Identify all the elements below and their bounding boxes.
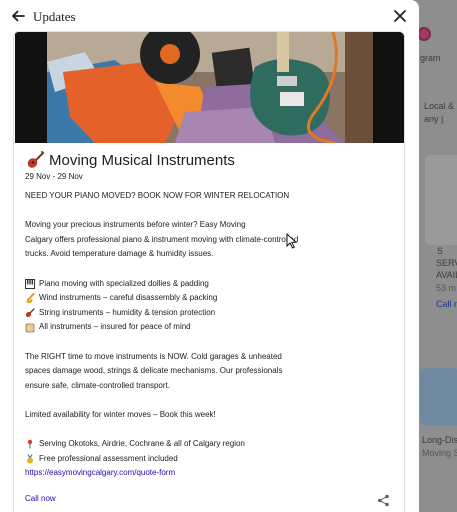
post-intro-line: trucks. Avoid temperature damage & humid… xyxy=(25,249,214,259)
post-limited-text: Limited availability for winter moves – … xyxy=(25,409,216,419)
feature-text: All instruments – insured for peace of m… xyxy=(39,322,191,332)
instagram-icon xyxy=(417,27,431,41)
post-intro-line: Calgary offers professional piano & inst… xyxy=(25,234,299,244)
service-area-item: Serving Okotoks, Airdrie, Cochrane & all… xyxy=(25,437,395,452)
post-paragraph-line: The RIGHT time to move instruments is NO… xyxy=(25,351,282,361)
post-title-text: Moving Musical Instruments xyxy=(49,151,235,169)
updates-dialog: Updates Moving Musical Instruments 29 No… xyxy=(0,0,419,512)
pin-icon xyxy=(27,440,33,449)
bg-card xyxy=(425,155,457,245)
scroll-icon xyxy=(25,323,35,333)
post-body: NEED YOUR PIANO MOVED? BOOK NOW FOR WINT… xyxy=(25,189,395,481)
bg-text: AVAIL xyxy=(436,270,457,280)
post-title: Moving Musical Instruments xyxy=(25,150,235,170)
piano-icon xyxy=(25,278,35,289)
quote-form-link[interactable]: https://easymovingcalgary.com/quote-form xyxy=(25,466,395,481)
feature-item: All instruments – insured for peace of m… xyxy=(25,320,395,335)
post-paragraph-line: spaces damage wood, strings & delicate m… xyxy=(25,366,283,376)
guitar-icon xyxy=(27,151,45,168)
bg-text: 53 m xyxy=(436,283,457,293)
bg-text: Local & xyxy=(424,101,455,111)
saxophone-icon xyxy=(26,293,35,304)
feature-item: Wind instruments – careful disassembly &… xyxy=(25,291,395,306)
bg-text: SERV xyxy=(436,258,457,268)
bg-text: Long-Dista xyxy=(422,435,457,445)
post-intro-line: Moving your precious instruments before … xyxy=(25,220,246,230)
mouse-cursor-icon xyxy=(286,233,298,249)
service-area-text: Serving Okotoks, Airdrie, Cochrane & all… xyxy=(39,439,245,449)
feature-text: Wind instruments – careful disassembly &… xyxy=(39,293,218,303)
bg-card-image xyxy=(420,368,457,426)
medal-icon xyxy=(27,454,33,464)
bg-text: gram xyxy=(420,53,441,63)
dialog-title: Updates xyxy=(33,9,76,24)
guitar-icon xyxy=(25,308,35,318)
feature-item: Piano moving with specialized dollies & … xyxy=(25,277,395,292)
arrow-left-icon[interactable] xyxy=(10,8,26,24)
bg-text: S xyxy=(437,246,444,256)
feature-item: String instruments – humidity & tension … xyxy=(25,306,395,321)
feature-text: Piano moving with specialized dollies & … xyxy=(39,278,209,288)
assessment-text: Free professional assessment included xyxy=(39,453,178,463)
bg-link[interactable]: Call n xyxy=(436,299,457,309)
post-card: Moving Musical Instruments 29 Nov - 29 N… xyxy=(13,31,405,512)
bg-text: Moving Se xyxy=(422,448,457,458)
bg-text: any | xyxy=(424,114,444,124)
feature-text: String instruments – humidity & tension … xyxy=(39,307,216,317)
dialog-header: Updates xyxy=(0,0,419,32)
close-icon[interactable] xyxy=(393,9,407,23)
post-photo[interactable] xyxy=(15,32,405,143)
post-headline: NEED YOUR PIANO MOVED? BOOK NOW FOR WINT… xyxy=(25,191,290,200)
call-now-button[interactable]: Call now xyxy=(25,494,56,503)
post-date-range: 29 Nov - 29 Nov xyxy=(25,172,83,181)
assessment-item: Free professional assessment included xyxy=(25,452,395,467)
post-paragraph-line: ensure safe, climate-controlled transpor… xyxy=(25,380,170,390)
share-icon[interactable] xyxy=(377,494,390,507)
